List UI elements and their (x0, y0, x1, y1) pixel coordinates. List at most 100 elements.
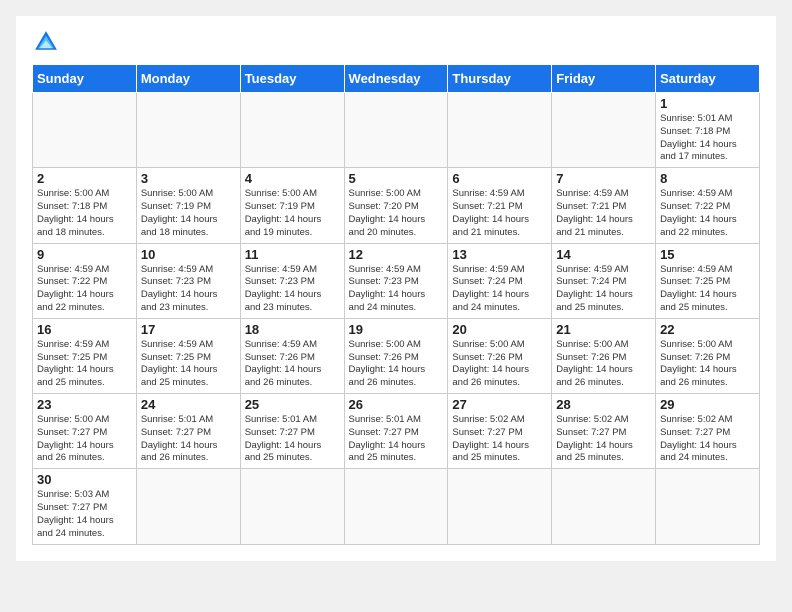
weekday-header-saturday: Saturday (656, 65, 760, 93)
day-info: Sunrise: 5:02 AM Sunset: 7:27 PM Dayligh… (556, 414, 651, 465)
day-info: Sunrise: 5:01 AM Sunset: 7:18 PM Dayligh… (660, 113, 755, 164)
calendar-cell: 10Sunrise: 4:59 AM Sunset: 7:23 PM Dayli… (136, 243, 240, 318)
day-number: 1 (660, 96, 755, 111)
calendar-cell: 28 Sunrise: 5:02 AM Sunset: 7:27 PM Dayli… (552, 394, 656, 469)
day-info: Sunrise: 4:59 AM Sunset: 7:26 PM Dayligh… (245, 339, 340, 390)
day-info: Sunrise: 5:02 AM Sunset: 7:27 PM Dayligh… (660, 414, 755, 465)
calendar-cell: 20 Sunrise: 5:00 AM Sunset: 7:26 PM Dayli… (448, 318, 552, 393)
calendar-cell: 23 Sunrise: 5:00 AM Sunset: 7:27 PM Dayli… (33, 394, 137, 469)
day-number: 23 (37, 397, 132, 412)
day-number: 28 (556, 397, 651, 412)
weekday-header-thursday: Thursday (448, 65, 552, 93)
weekday-header-row: SundayMondayTuesdayWednesdayThursdayFrid… (33, 65, 760, 93)
calendar-page: SundayMondayTuesdayWednesdayThursdayFrid… (16, 16, 776, 561)
calendar-cell: 5Sunrise: 5:00 AM Sunset: 7:20 PM Daylig… (344, 168, 448, 243)
calendar-cell: 29 Sunrise: 5:02 AM Sunset: 7:27 PM Dayli… (656, 394, 760, 469)
logo (32, 28, 64, 56)
weekday-header-monday: Monday (136, 65, 240, 93)
day-info: Sunrise: 4:59 AM Sunset: 7:24 PM Dayligh… (452, 264, 547, 315)
calendar-week-3: 16 Sunrise: 4:59 AM Sunset: 7:25 PM Dayli… (33, 318, 760, 393)
calendar-week-4: 23 Sunrise: 5:00 AM Sunset: 7:27 PM Dayli… (33, 394, 760, 469)
day-number: 24 (141, 397, 236, 412)
header (32, 28, 760, 56)
calendar-week-0: 1 Sunrise: 5:01 AM Sunset: 7:18 PM Daylig… (33, 93, 760, 168)
calendar-cell (448, 93, 552, 168)
day-info: Sunrise: 5:00 AM Sunset: 7:26 PM Dayligh… (660, 339, 755, 390)
calendar-cell: 18Sunrise: 4:59 AM Sunset: 7:26 PM Dayli… (240, 318, 344, 393)
calendar-cell: 21Sunrise: 5:00 AM Sunset: 7:26 PM Dayli… (552, 318, 656, 393)
day-info: Sunrise: 4:59 AM Sunset: 7:23 PM Dayligh… (245, 264, 340, 315)
calendar-cell: 15Sunrise: 4:59 AM Sunset: 7:25 PM Dayli… (656, 243, 760, 318)
day-number: 2 (37, 171, 132, 186)
day-number: 7 (556, 171, 651, 186)
day-number: 4 (245, 171, 340, 186)
calendar-table: SundayMondayTuesdayWednesdayThursdayFrid… (32, 64, 760, 545)
calendar-cell: 19Sunrise: 5:00 AM Sunset: 7:26 PM Dayli… (344, 318, 448, 393)
day-number: 13 (452, 247, 547, 262)
calendar-cell (136, 469, 240, 544)
day-info: Sunrise: 4:59 AM Sunset: 7:21 PM Dayligh… (452, 188, 547, 239)
calendar-cell: 27Sunrise: 5:02 AM Sunset: 7:27 PM Dayli… (448, 394, 552, 469)
day-number: 25 (245, 397, 340, 412)
calendar-cell: 9 Sunrise: 4:59 AM Sunset: 7:22 PM Daylig… (33, 243, 137, 318)
calendar-cell: 16 Sunrise: 4:59 AM Sunset: 7:25 PM Dayli… (33, 318, 137, 393)
calendar-cell: 1 Sunrise: 5:01 AM Sunset: 7:18 PM Daylig… (656, 93, 760, 168)
calendar-cell: 13 Sunrise: 4:59 AM Sunset: 7:24 PM Dayli… (448, 243, 552, 318)
day-info: Sunrise: 4:59 AM Sunset: 7:23 PM Dayligh… (349, 264, 444, 315)
day-info: Sunrise: 5:01 AM Sunset: 7:27 PM Dayligh… (141, 414, 236, 465)
weekday-header-sunday: Sunday (33, 65, 137, 93)
day-info: Sunrise: 5:00 AM Sunset: 7:26 PM Dayligh… (349, 339, 444, 390)
day-info: Sunrise: 5:00 AM Sunset: 7:18 PM Dayligh… (37, 188, 132, 239)
day-number: 12 (349, 247, 444, 262)
logo-icon (32, 28, 60, 56)
calendar-cell (344, 93, 448, 168)
calendar-cell (344, 469, 448, 544)
day-info: Sunrise: 4:59 AM Sunset: 7:24 PM Dayligh… (556, 264, 651, 315)
calendar-cell (552, 93, 656, 168)
day-info: Sunrise: 5:00 AM Sunset: 7:27 PM Dayligh… (37, 414, 132, 465)
day-number: 6 (452, 171, 547, 186)
day-number: 14 (556, 247, 651, 262)
calendar-cell (240, 469, 344, 544)
calendar-cell: 8 Sunrise: 4:59 AM Sunset: 7:22 PM Daylig… (656, 168, 760, 243)
day-number: 3 (141, 171, 236, 186)
day-info: Sunrise: 5:00 AM Sunset: 7:20 PM Dayligh… (349, 188, 444, 239)
weekday-header-wednesday: Wednesday (344, 65, 448, 93)
calendar-cell: 4Sunrise: 5:00 AM Sunset: 7:19 PM Daylig… (240, 168, 344, 243)
calendar-cell: 22Sunrise: 5:00 AM Sunset: 7:26 PM Dayli… (656, 318, 760, 393)
day-info: Sunrise: 4:59 AM Sunset: 7:22 PM Dayligh… (660, 188, 755, 239)
day-number: 9 (37, 247, 132, 262)
day-info: Sunrise: 4:59 AM Sunset: 7:25 PM Dayligh… (660, 264, 755, 315)
day-info: Sunrise: 5:00 AM Sunset: 7:26 PM Dayligh… (556, 339, 651, 390)
day-number: 29 (660, 397, 755, 412)
calendar-cell: 12 Sunrise: 4:59 AM Sunset: 7:23 PM Dayli… (344, 243, 448, 318)
day-info: Sunrise: 5:01 AM Sunset: 7:27 PM Dayligh… (245, 414, 340, 465)
weekday-header-tuesday: Tuesday (240, 65, 344, 93)
calendar-cell: 11 Sunrise: 4:59 AM Sunset: 7:23 PM Dayli… (240, 243, 344, 318)
day-number: 26 (349, 397, 444, 412)
day-info: Sunrise: 4:59 AM Sunset: 7:25 PM Dayligh… (37, 339, 132, 390)
day-number: 16 (37, 322, 132, 337)
day-info: Sunrise: 4:59 AM Sunset: 7:22 PM Dayligh… (37, 264, 132, 315)
weekday-header-friday: Friday (552, 65, 656, 93)
calendar-cell (240, 93, 344, 168)
calendar-cell (656, 469, 760, 544)
calendar-cell: 26 Sunrise: 5:01 AM Sunset: 7:27 PM Dayli… (344, 394, 448, 469)
day-info: Sunrise: 5:00 AM Sunset: 7:19 PM Dayligh… (141, 188, 236, 239)
calendar-week-5: 30Sunrise: 5:03 AM Sunset: 7:27 PM Dayli… (33, 469, 760, 544)
day-info: Sunrise: 5:00 AM Sunset: 7:26 PM Dayligh… (452, 339, 547, 390)
day-number: 20 (452, 322, 547, 337)
day-number: 30 (37, 472, 132, 487)
calendar-cell: 6 Sunrise: 4:59 AM Sunset: 7:21 PM Daylig… (448, 168, 552, 243)
day-info: Sunrise: 5:02 AM Sunset: 7:27 PM Dayligh… (452, 414, 547, 465)
calendar-cell (552, 469, 656, 544)
calendar-cell (448, 469, 552, 544)
day-number: 8 (660, 171, 755, 186)
calendar-week-2: 9 Sunrise: 4:59 AM Sunset: 7:22 PM Daylig… (33, 243, 760, 318)
calendar-cell: 24 Sunrise: 5:01 AM Sunset: 7:27 PM Dayli… (136, 394, 240, 469)
day-info: Sunrise: 4:59 AM Sunset: 7:23 PM Dayligh… (141, 264, 236, 315)
day-number: 11 (245, 247, 340, 262)
day-info: Sunrise: 5:01 AM Sunset: 7:27 PM Dayligh… (349, 414, 444, 465)
calendar-cell (33, 93, 137, 168)
calendar-week-1: 2 Sunrise: 5:00 AM Sunset: 7:18 PM Daylig… (33, 168, 760, 243)
